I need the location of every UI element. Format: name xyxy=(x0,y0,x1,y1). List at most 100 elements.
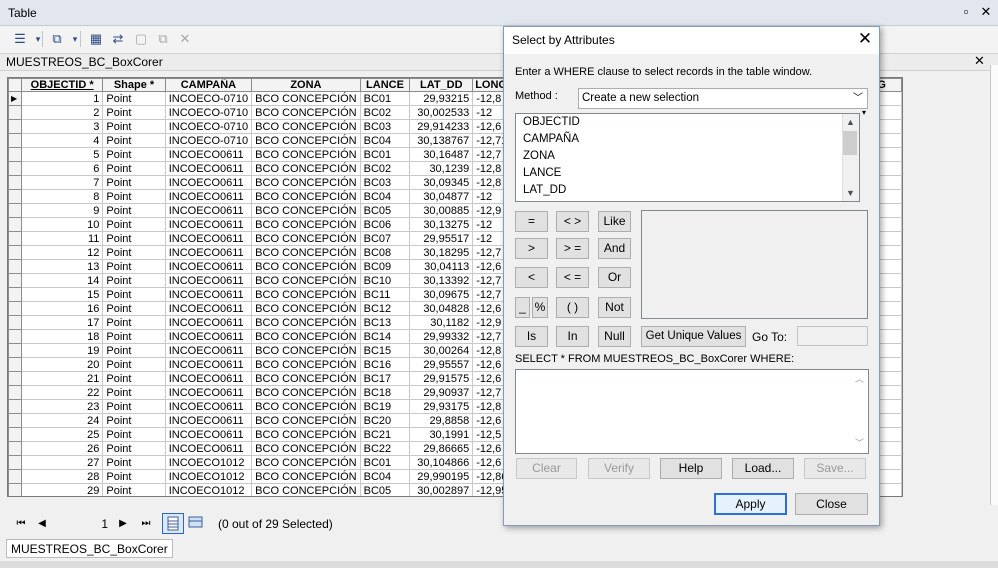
row-selector[interactable] xyxy=(8,161,22,176)
help-button[interactable]: Help xyxy=(660,458,722,479)
table-cell[interactable]: Point xyxy=(102,259,166,274)
table-cell[interactable]: BC22 xyxy=(359,441,411,456)
row-selector[interactable] xyxy=(8,343,22,358)
table-cell[interactable]: 29,93175 xyxy=(409,399,474,414)
table-cell[interactable]: 29,91575 xyxy=(409,371,474,386)
table-tab-title[interactable]: MUESTREOS_BC_BoxCorer xyxy=(6,55,163,69)
table-cell[interactable]: INCOECO0611 xyxy=(164,175,253,190)
next-record-icon[interactable]: ▶ xyxy=(115,516,131,532)
table-cell[interactable]: 29,8858 xyxy=(409,413,474,428)
table-cell[interactable]: Point xyxy=(102,161,166,176)
table-cell[interactable]: 23 xyxy=(20,399,104,414)
current-row-marker-icon[interactable]: ▶ xyxy=(8,91,22,106)
table-cell[interactable]: BCO CONCEPCIÓN xyxy=(251,119,361,134)
row-selector[interactable] xyxy=(8,119,22,134)
row-selector[interactable] xyxy=(8,413,22,428)
clear-button[interactable]: Clear xyxy=(516,458,577,479)
table-cell[interactable]: BC04 xyxy=(359,469,411,484)
row-selector[interactable] xyxy=(8,133,22,148)
table-cell[interactable]: 30,00264 xyxy=(409,343,474,358)
table-cell[interactable]: INCOECO0611 xyxy=(164,441,253,456)
table-cell[interactable]: Point xyxy=(102,245,166,260)
table-cell[interactable]: 6 xyxy=(20,161,104,176)
table-cell[interactable]: INCOECO0611 xyxy=(164,189,253,204)
clear-selection-icon[interactable]: ▢ xyxy=(131,30,151,48)
table-cell[interactable]: BC02 xyxy=(359,161,411,176)
table-cell[interactable]: 30,18295 xyxy=(409,245,474,260)
table-cell[interactable]: BCO CONCEPCIÓN xyxy=(251,147,361,162)
table-cell[interactable]: BCO CONCEPCIÓN xyxy=(251,455,361,470)
table-cell[interactable]: Point xyxy=(102,413,166,428)
underscore-button[interactable]: _ xyxy=(515,297,530,318)
is-button[interactable]: Is xyxy=(515,326,548,347)
table-cell[interactable]: BC10 xyxy=(359,273,411,288)
row-selector[interactable] xyxy=(8,217,22,232)
row-selector[interactable] xyxy=(8,329,22,344)
table-cell[interactable]: BCO CONCEPCIÓN xyxy=(251,357,361,372)
table-cell[interactable]: BC01 xyxy=(359,147,411,162)
less-than-button[interactable]: < xyxy=(515,267,548,288)
table-cell[interactable]: INCOECO-0710 xyxy=(164,133,253,148)
table-cell[interactable]: BC15 xyxy=(359,343,411,358)
table-cell[interactable]: BCO CONCEPCIÓN xyxy=(251,343,361,358)
scroll-up-icon[interactable]: ▲ xyxy=(842,115,859,130)
table-cell[interactable]: INCOECO0611 xyxy=(164,329,253,344)
row-selector[interactable] xyxy=(8,371,22,386)
row-selector[interactable] xyxy=(8,399,22,414)
table-cell[interactable]: BCO CONCEPCIÓN xyxy=(251,413,361,428)
table-cell[interactable]: INCOECO0611 xyxy=(164,399,253,414)
table-cell[interactable]: Point xyxy=(102,91,166,106)
table-cell[interactable]: BCO CONCEPCIÓN xyxy=(251,301,361,316)
scroll-down-icon[interactable]: ▼ xyxy=(842,186,859,201)
table-cell[interactable]: INCOECO0611 xyxy=(164,203,253,218)
zoom-to-selected-icon[interactable]: ⧉ xyxy=(153,30,173,48)
table-cell[interactable]: BC12 xyxy=(359,301,411,316)
table-cell[interactable]: 29,990195 xyxy=(409,469,474,484)
table-cell[interactable]: Point xyxy=(102,287,166,302)
show-selected-records-button[interactable] xyxy=(186,513,206,534)
table-cell[interactable]: BC05 xyxy=(359,203,411,218)
table-cell[interactable]: 30,104866 xyxy=(409,455,474,470)
field-item[interactable]: LANCE xyxy=(523,167,561,179)
last-record-icon[interactable]: ⏭ xyxy=(138,516,154,532)
table-cell[interactable]: INCOECO0611 xyxy=(164,315,253,330)
row-selector[interactable] xyxy=(8,245,22,260)
table-cell[interactable]: BC21 xyxy=(359,427,411,442)
table-cell[interactable]: 30,1182 xyxy=(409,315,474,330)
close-icon[interactable]: ✕ xyxy=(974,53,985,69)
or-button[interactable]: Or xyxy=(598,267,631,288)
table-cell[interactable]: Point xyxy=(102,119,166,134)
table-cell[interactable]: BCO CONCEPCIÓN xyxy=(251,273,361,288)
table-cell[interactable]: 13 xyxy=(20,259,104,274)
table-tab[interactable]: MUESTREOS_BC_BoxCorer xyxy=(6,539,173,558)
show-all-records-button[interactable] xyxy=(162,513,184,534)
table-cell[interactable]: BCO CONCEPCIÓN xyxy=(251,91,361,106)
table-cell[interactable]: 30,138767 xyxy=(409,133,474,148)
table-cell[interactable]: INCOECO0611 xyxy=(164,427,253,442)
related-tables-icon[interactable]: ⧉ xyxy=(47,30,67,48)
load-button[interactable]: Load... xyxy=(732,458,794,479)
table-cell[interactable]: 30,1239 xyxy=(409,161,474,176)
table-cell[interactable]: BCO CONCEPCIÓN xyxy=(251,399,361,414)
table-cell[interactable]: Point xyxy=(102,441,166,456)
table-cell[interactable]: Point xyxy=(102,231,166,246)
table-cell[interactable]: BC06 xyxy=(359,217,411,232)
table-options-icon[interactable]: ☰ xyxy=(10,30,30,48)
greater-equal-button[interactable]: > = xyxy=(556,238,589,259)
row-selector[interactable] xyxy=(8,441,22,456)
table-cell[interactable]: 20 xyxy=(20,357,104,372)
table-cell[interactable]: 1 xyxy=(20,91,104,106)
table-cell[interactable]: 9 xyxy=(20,203,104,218)
table-cell[interactable]: 30,1991 xyxy=(409,427,474,442)
table-cell[interactable]: BCO CONCEPCIÓN xyxy=(251,287,361,302)
table-cell[interactable]: Point xyxy=(102,385,166,400)
table-cell[interactable]: Point xyxy=(102,217,166,232)
delete-selected-icon[interactable]: ✕ xyxy=(175,30,195,48)
apply-button[interactable]: Apply xyxy=(714,493,787,515)
save-button[interactable]: Save... xyxy=(804,458,866,479)
table-cell[interactable]: 10 xyxy=(20,217,104,232)
table-cell[interactable]: 30,04877 xyxy=(409,189,474,204)
table-cell[interactable]: 27 xyxy=(20,455,104,470)
table-cell[interactable]: 29,93215 xyxy=(409,91,474,106)
table-cell[interactable]: BCO CONCEPCIÓN xyxy=(251,161,361,176)
